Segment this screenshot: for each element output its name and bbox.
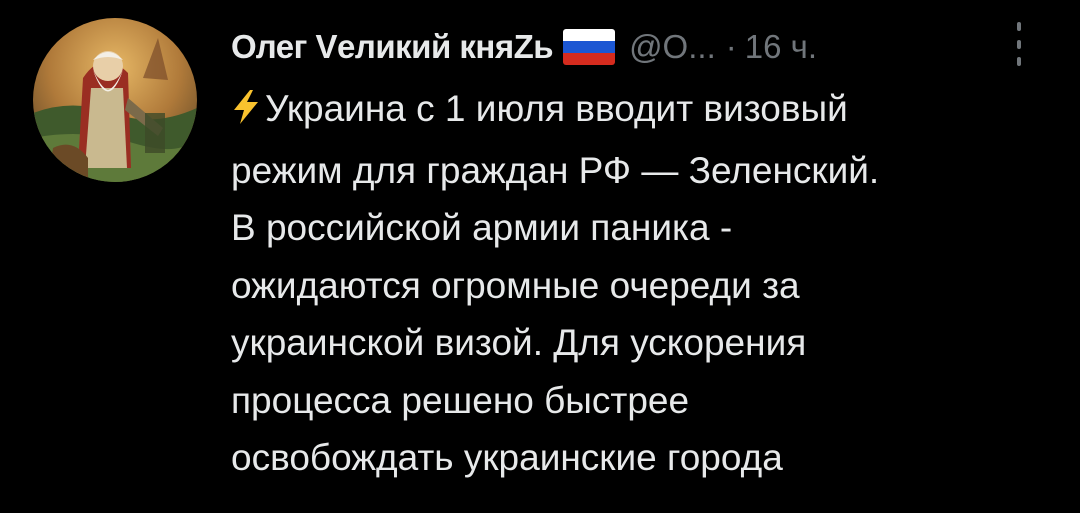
- timestamp[interactable]: 16 ч.: [745, 28, 817, 66]
- tweet-text-line: процесса решено быстрее: [231, 379, 690, 421]
- tweet-text-line: ожидаются огромные очереди за: [231, 264, 800, 306]
- tweet-text-line: В российской армии паника -: [231, 207, 733, 248]
- display-name[interactable]: Олег Vеликий княZь: [231, 28, 554, 66]
- russia-flag-icon: [563, 29, 616, 65]
- more-vertical-icon[interactable]: [1012, 22, 1026, 66]
- tweet-text-line: режим для граждан РФ — Зеленский.: [231, 149, 880, 191]
- tweet[interactable]: Олег Vеликий княZь @O... · 16 ч. Украина…: [0, 0, 1080, 513]
- tweet-text-line: украинской визой. Для ускорения: [231, 322, 807, 363]
- tweet-text-line: освобождать украинские города: [231, 437, 783, 478]
- tweet-text: Украина с 1 июля вводит визовый режим дл…: [231, 80, 1061, 487]
- handle[interactable]: @O...: [629, 28, 716, 66]
- avatar[interactable]: [33, 18, 197, 182]
- separator-dot: ·: [725, 28, 737, 65]
- avatar-painting: [33, 18, 197, 182]
- tweet-text-line: Украина с 1 июля вводит визовый: [231, 80, 1061, 142]
- tweet-header: Олег Vеликий княZь @O... · 16 ч.: [231, 22, 1051, 72]
- lightning-emoji-icon: [231, 84, 261, 142]
